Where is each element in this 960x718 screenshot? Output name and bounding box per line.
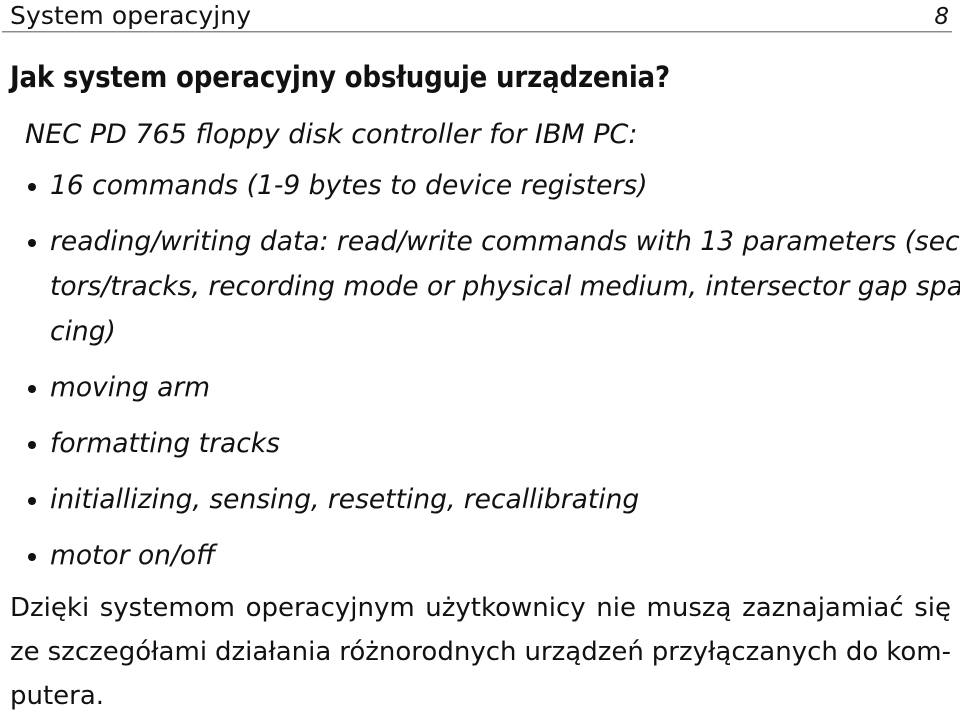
word: przyłączanych — [651, 637, 838, 667]
list-item-line: formatting tracks — [50, 428, 280, 459]
word: działania — [215, 637, 332, 667]
list-item-line: 16 commands (1-9 bytes to device registe… — [50, 170, 648, 201]
word: użytkownicy — [425, 593, 586, 623]
frame-title: Jak system operacyjny obsługuje urządzen… — [10, 60, 670, 94]
word: urządzeń — [524, 637, 644, 667]
bullet-dot-icon — [28, 183, 36, 191]
word: różnorodnych — [339, 637, 517, 667]
slide: System operacyjny 8 Jak system operacyjn… — [0, 0, 960, 711]
bullet-dot-icon — [28, 239, 36, 247]
bullet-dot-icon — [28, 497, 36, 505]
list-item-line: motor on/off — [50, 540, 216, 571]
slide-header: System operacyjny 8 — [0, 0, 960, 34]
list-item: 16 commands (1-9 bytes to device registe… — [0, 163, 960, 208]
closing-paragraph: Dzięki systemom operacyjnym użytkownicy nie m… — [10, 586, 951, 718]
list-item-line: reading/writing data: read/write command… — [50, 226, 960, 257]
list-item-line: cing) — [50, 316, 116, 347]
header-title: System operacyjny — [10, 1, 252, 30]
list-item: initiallizing, sensing, resetting, recal… — [0, 477, 960, 522]
word: do — [845, 637, 879, 667]
list-item-line: tors/tracks, recording mode or physical … — [50, 271, 960, 302]
slide-body: NEC PD 765 floppy disk controller for IB… — [0, 112, 960, 589]
word: muszą — [646, 593, 732, 623]
word: zaznajamiać — [742, 593, 904, 623]
closing-line-1: Dzięki systemom operacyjnym użytkownicy nie m… — [10, 586, 951, 630]
list-item: motor on/off — [0, 533, 960, 578]
bullet-list: 16 commands (1-9 bytes to device registe… — [0, 163, 960, 578]
header-divider — [2, 31, 952, 33]
list-item-line: moving arm — [50, 372, 211, 403]
word: kom- — [886, 637, 951, 667]
bullet-dot-icon — [28, 441, 36, 449]
bullet-dot-icon — [28, 553, 36, 561]
word: nie — [596, 593, 636, 623]
lead-text: NEC PD 765 floppy disk controller for IB… — [25, 119, 638, 150]
page-number: 8 — [934, 4, 949, 30]
word: ze — [10, 637, 40, 667]
bullet-dot-icon — [28, 385, 36, 393]
list-item-line: initiallizing, sensing, resetting, recal… — [50, 484, 640, 515]
closing-line-2: ze szczegółami działania różnorodnych urządz… — [10, 630, 951, 674]
word: operacyjnym — [245, 593, 415, 623]
word: systemom — [99, 593, 235, 623]
word: się — [914, 593, 951, 623]
closing-line-3: putera. — [10, 681, 105, 711]
word: Dzięki — [10, 593, 90, 623]
list-item: formatting tracks — [0, 421, 960, 466]
list-item: reading/writing data: read/write command… — [0, 219, 960, 354]
word: szczegółami — [47, 637, 208, 667]
list-item: moving arm — [0, 365, 960, 410]
